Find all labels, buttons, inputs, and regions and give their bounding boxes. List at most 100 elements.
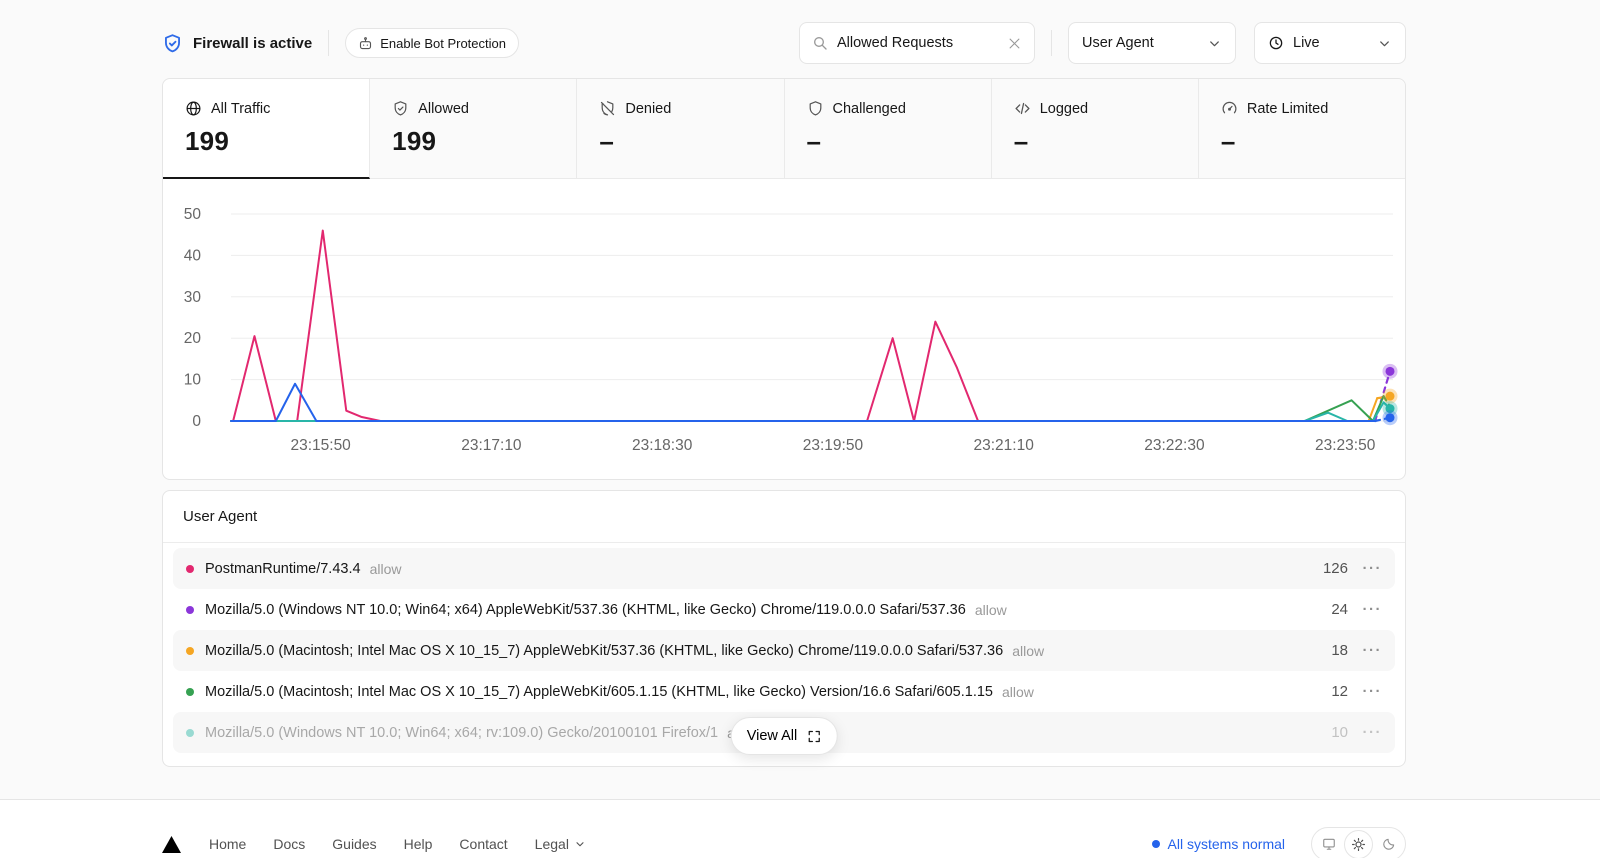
theme-dark-button[interactable] [1374,830,1403,858]
svg-text:10: 10 [184,372,202,389]
chart-line-safari-mac [231,396,1384,421]
group-by-value: User Agent [1082,35,1198,51]
traffic-tabs: All Traffic 199 Allowed 199 [163,79,1405,179]
footer-link-help[interactable]: Help [404,836,433,852]
search-input[interactable] [837,35,998,51]
series-color-dot [186,565,194,573]
request-count: 12 [1331,683,1348,700]
svg-text:23:19:50: 23:19:50 [803,437,864,454]
vercel-logo-icon[interactable] [162,836,181,853]
tab-allowed[interactable]: Allowed 199 [370,79,577,179]
row-menu-button[interactable]: ··· [1348,724,1382,741]
svg-text:23:15:50: 23:15:50 [290,437,351,454]
tab-logged[interactable]: Logged – [992,79,1199,179]
request-count: 18 [1331,642,1348,659]
clear-search-icon[interactable] [1007,36,1022,51]
request-count: 126 [1323,560,1348,577]
tab-label: Challenged [833,101,906,117]
theme-light-button[interactable] [1344,830,1373,858]
svg-text:0: 0 [192,413,201,430]
theme-switcher [1311,827,1406,858]
svg-text:23:23:50: 23:23:50 [1315,437,1376,454]
tab-value: 199 [392,126,576,157]
row-menu-button[interactable]: ··· [1348,683,1382,700]
row-menu-button[interactable]: ··· [1348,601,1382,618]
group-by-select[interactable]: User Agent [1068,22,1236,64]
user-agent-value: Mozilla/5.0 (Macintosh; Intel Mac OS X 1… [205,684,993,700]
footer: Home Docs Guides Help Contact Legal All … [0,799,1600,858]
footer-link-legal[interactable]: Legal [535,836,586,852]
tab-value: 199 [185,126,369,157]
svg-text:50: 50 [184,206,202,223]
view-all-button[interactable]: View All [731,717,838,755]
time-range-value: Live [1293,35,1368,51]
tab-denied[interactable]: Denied – [577,79,784,179]
search-icon [812,35,828,51]
enable-bot-protection-button[interactable]: Enable Bot Protection [345,28,519,58]
chevron-down-icon [1377,36,1392,51]
action-badge: allow [1012,643,1044,659]
action-badge: allow [370,561,402,577]
svg-text:23:18:30: 23:18:30 [632,437,693,454]
series-color-dot [186,647,194,655]
table-row[interactable]: PostmanRuntime/7.43.4 allow 126··· [173,548,1395,589]
row-menu-button[interactable]: ··· [1348,560,1382,577]
tab-label: Allowed [418,101,469,117]
svg-text:20: 20 [184,330,202,347]
action-badge: allow [1002,684,1034,700]
footer-link-guides[interactable]: Guides [332,836,376,852]
bot-icon [358,36,373,51]
shield-check-icon [392,100,409,117]
enable-bot-protection-label: Enable Bot Protection [380,36,506,51]
status-dot [1152,840,1160,848]
chart-line-chrome-mac [231,398,1377,421]
tab-rate-limited[interactable]: Rate Limited – [1199,79,1405,179]
traffic-overview-card: All Traffic 199 Allowed 199 [162,78,1406,480]
traffic-chart: 5040302010023:15:5023:17:1023:18:3023:19… [163,179,1405,479]
chart-line-firefox-windows [231,402,1384,421]
tab-value: – [1014,126,1198,157]
table-header-label: User Agent [183,508,257,525]
table-row[interactable]: Mozilla/5.0 (Macintosh; Intel Mac OS X 1… [173,630,1395,671]
gauge-icon [1221,100,1238,117]
tab-challenged[interactable]: Challenged – [785,79,992,179]
row-menu-button[interactable]: ··· [1348,642,1382,659]
table-row[interactable]: Mozilla/5.0 (Macintosh; Intel Mac OS X 1… [173,671,1395,712]
footer-link-docs[interactable]: Docs [273,836,305,852]
tab-value: – [807,126,991,157]
live-dot-chrome-mac [1386,392,1395,401]
tab-label: Rate Limited [1247,101,1328,117]
series-color-dot [186,688,194,696]
view-all-label: View All [747,728,798,744]
theme-system-button[interactable] [1314,830,1343,858]
shield-off-icon [599,100,616,117]
code-icon [1014,100,1031,117]
request-count: 24 [1331,601,1348,618]
user-agent-value: Mozilla/5.0 (Windows NT 10.0; Win64; x64… [205,725,718,741]
svg-text:23:21:10: 23:21:10 [973,437,1034,454]
user-agent-value: PostmanRuntime/7.43.4 [205,561,361,577]
svg-text:23:22:30: 23:22:30 [1144,437,1205,454]
chevron-down-icon [1207,36,1222,51]
live-dot-baseline-allowed [1386,413,1395,422]
footer-links: Home Docs Guides Help Contact Legal [209,836,586,852]
search-box[interactable] [799,22,1035,64]
series-color-dot [186,606,194,614]
time-range-select[interactable]: Live [1254,22,1406,64]
topbar-divider [328,30,329,56]
table-header: User Agent [163,491,1405,543]
action-badge: allow [975,602,1007,618]
footer-link-home[interactable]: Home [209,836,246,852]
footer-link-contact[interactable]: Contact [459,836,507,852]
firewall-status: Firewall is active [162,33,312,54]
tab-label: All Traffic [211,101,270,117]
user-agent-value: Mozilla/5.0 (Macintosh; Intel Mac OS X 1… [205,643,1003,659]
table-row[interactable]: Mozilla/5.0 (Windows NT 10.0; Win64; x64… [173,589,1395,630]
system-status-link[interactable]: All systems normal [1152,836,1285,852]
globe-icon [185,100,202,117]
svg-text:30: 30 [184,289,202,306]
tab-all-traffic[interactable]: All Traffic 199 [163,79,370,179]
svg-text:23:17:10: 23:17:10 [461,437,522,454]
tab-value: – [599,126,783,157]
topbar-divider-2 [1051,30,1052,56]
